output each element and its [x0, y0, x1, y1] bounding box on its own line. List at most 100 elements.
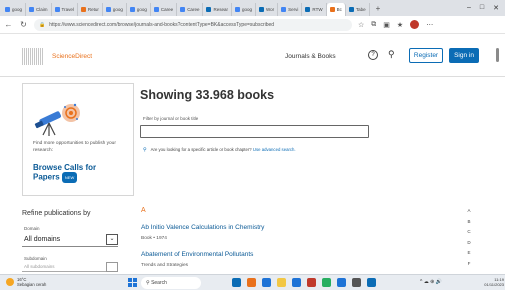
tab-favicon-icon	[54, 6, 60, 12]
tab-label: goog	[12, 6, 23, 12]
taskbar-app-icon[interactable]	[292, 278, 301, 287]
new-tab-button[interactable]: +	[370, 4, 387, 13]
browser-tab[interactable]: Servi	[278, 2, 303, 16]
close-window-button[interactable]: ✕	[493, 4, 499, 12]
reload-icon[interactable]: ↻	[19, 20, 28, 29]
browser-tab[interactable]: Travel	[52, 2, 78, 16]
elsevier-logo[interactable]	[22, 48, 44, 65]
index-letter[interactable]: F	[465, 259, 473, 270]
refine-heading: Refine publications by	[22, 210, 91, 217]
favorite-star-icon[interactable]: ☆	[358, 21, 364, 29]
journals-books-link[interactable]: Journals & Books	[285, 53, 336, 60]
tab-label: Wor	[265, 6, 275, 12]
weather-desc: Sebagian cerah	[17, 282, 47, 287]
tab-label: goog	[136, 6, 147, 12]
browser-tab[interactable]: Wor	[256, 2, 279, 16]
taskbar-app-icon[interactable]	[247, 278, 256, 287]
tab-favicon-icon	[5, 6, 10, 12]
browser-tab[interactable]: goog	[127, 2, 151, 16]
browser-tab[interactable]: goog	[232, 2, 256, 16]
advanced-search-link[interactable]: Use advanced search.	[253, 147, 296, 152]
browser-tab[interactable]: RTW	[302, 2, 327, 16]
browser-tab[interactable]: Caree	[151, 2, 178, 16]
taskbar-app-icon[interactable]	[232, 278, 241, 287]
taskbar-app-icon[interactable]	[277, 278, 286, 287]
book-meta: Book • 1974	[141, 236, 167, 241]
book-title-link[interactable]: Ab Initio Valence Calculations in Chemis…	[141, 224, 264, 231]
browser-toolbar: ← ↻ 🔒 https://www.sciencedirect.com/brow…	[0, 16, 505, 34]
filter-label: Filter by journal or book title	[143, 116, 199, 121]
browser-tab[interactable]: Tabe	[346, 2, 370, 16]
index-letter[interactable]: A	[465, 206, 473, 217]
windows-start-icon[interactable]	[128, 278, 137, 287]
tab-favicon-icon	[153, 6, 159, 12]
register-button[interactable]: Register	[409, 48, 443, 63]
index-letter[interactable]: D	[465, 238, 473, 249]
browser-tab[interactable]: Caree	[177, 2, 204, 16]
extension-icon[interactable]: ⧉	[371, 21, 376, 29]
tab-label: Caree	[160, 6, 174, 12]
subdomain-select[interactable]: All subdomains	[22, 262, 118, 272]
browser-tab[interactable]: Resear	[203, 2, 232, 16]
chevron-down-icon[interactable]: ⌄	[106, 234, 118, 245]
window-controls: – □ ✕	[467, 4, 505, 12]
site-header: ScienceDirect Journals & Books ? ⚲ Regis…	[0, 35, 505, 77]
back-icon[interactable]: ←	[4, 20, 13, 29]
weather-widget[interactable]: 16°C Sebagian cerah	[6, 277, 46, 287]
profile-avatar[interactable]	[410, 20, 420, 29]
taskbar-app-icon[interactable]	[367, 278, 376, 287]
browser-tab[interactable]: goog	[2, 2, 27, 16]
browser-extensions: ☆ ⧉ ▣ ★ ⋯	[358, 20, 433, 29]
index-letter[interactable]: B	[465, 217, 473, 228]
tab-label: goog	[112, 6, 123, 12]
favorites-icon[interactable]: ★	[397, 21, 403, 29]
taskbar-app-icon[interactable]	[352, 278, 361, 287]
tab-favicon-icon	[105, 6, 111, 12]
browser-tab[interactable]: Bc	[326, 2, 346, 16]
taskbar-clock[interactable]: 11:19 01/11/2023	[480, 277, 504, 287]
book-title-link[interactable]: Abatement of Environmental Pollutants	[141, 251, 253, 258]
tab-label: Servi	[288, 6, 299, 12]
browser-menu-icon[interactable]: ⋯	[426, 21, 433, 29]
taskbar-app-icon[interactable]	[337, 278, 346, 287]
browser-tab[interactable]: Retur	[78, 2, 103, 16]
filter-input[interactable]	[140, 125, 369, 138]
browser-tab-strip: goog Claim Travel Retur goog goog Caree Caree Re…	[0, 0, 505, 16]
calls-for-papers-card: Find more opportunities to publish your …	[22, 83, 134, 196]
advanced-search-hint: ⚲ Are you looking for a specific article…	[143, 147, 296, 153]
taskbar-app-icon[interactable]	[262, 278, 271, 287]
taskbar-app-icon[interactable]	[307, 278, 316, 287]
tab-favicon-icon	[258, 6, 264, 12]
index-letter[interactable]: E	[465, 248, 473, 259]
browser-tab[interactable]: goog	[103, 2, 127, 16]
taskbar-app-icon[interactable]	[322, 278, 331, 287]
address-url: https://www.sciencedirect.com/browse/jou…	[49, 21, 275, 28]
sign-in-button[interactable]: Sign in	[449, 48, 479, 63]
minimize-button[interactable]: –	[467, 4, 471, 12]
tab-label: Resear	[213, 6, 228, 12]
browse-calls-link[interactable]: Browse Calls for Papers NEW	[33, 163, 125, 183]
promo-text: Find more opportunities to publish your …	[33, 141, 116, 153]
address-bar[interactable]: 🔒 https://www.sciencedirect.com/browse/j…	[34, 18, 352, 31]
brand-name[interactable]: ScienceDirect	[52, 53, 92, 60]
taskbar-search-label: Search	[151, 280, 167, 286]
tab-label: Caree	[187, 6, 200, 12]
book-meta: Trends and Strategies	[141, 263, 189, 268]
domain-select[interactable]: All domains ⌄	[22, 233, 118, 247]
tab-label: goog	[241, 6, 252, 12]
search-icon[interactable]: ⚲	[388, 49, 395, 60]
windows-taskbar: 16°C Sebagian cerah ⚲ Search ^ ☁ ⊕ 🔊 11:…	[0, 274, 505, 290]
browser-tab[interactable]: Claim	[26, 2, 52, 16]
collections-icon[interactable]: ▣	[383, 21, 390, 29]
taskbar-search[interactable]: ⚲ Search	[141, 277, 201, 289]
maximize-button[interactable]: □	[480, 4, 484, 12]
system-tray[interactable]: ^ ☁ ⊕ 🔊	[420, 279, 442, 285]
page-title: Showing 33.968 books	[140, 88, 275, 102]
help-icon[interactable]: ?	[368, 50, 378, 60]
page-scrollbar[interactable]	[496, 48, 499, 62]
chevron-down-icon[interactable]	[106, 262, 118, 272]
index-letter[interactable]: C	[465, 227, 473, 238]
tab-favicon-icon	[180, 6, 186, 12]
hint-text: Are you looking for a specific article o…	[150, 147, 252, 152]
taskbar-apps	[232, 278, 376, 287]
